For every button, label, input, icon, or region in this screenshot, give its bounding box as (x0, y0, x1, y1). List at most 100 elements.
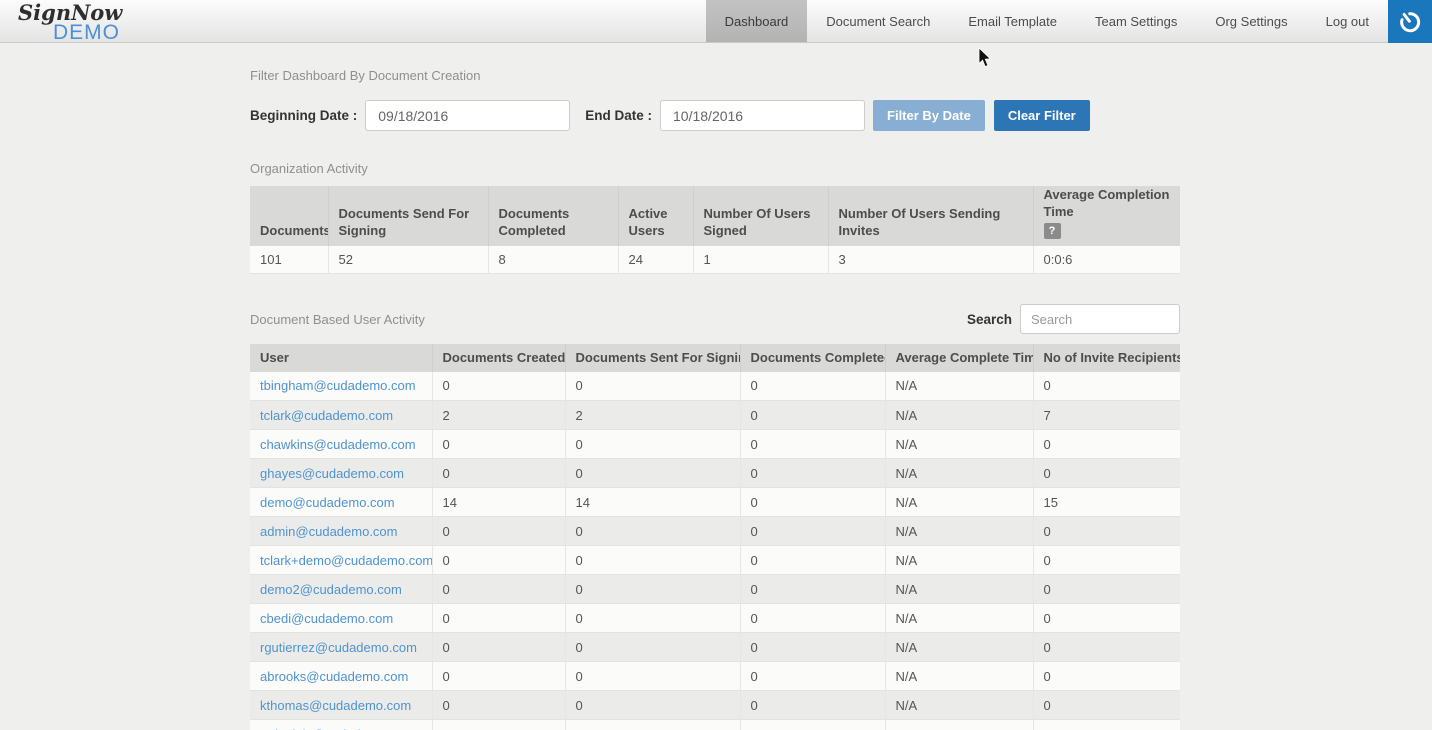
value-cell: 14 (432, 488, 565, 517)
user-email-link[interactable]: abrooks@cudademo.com (260, 669, 408, 684)
table-row: demo2@cudademo.com000N/A0 (250, 575, 1180, 604)
table-row: tclark+demo@cudademo.com000N/A0 (250, 546, 1180, 575)
user-email-link[interactable]: tclark@cudademo.com (260, 408, 393, 423)
search-area: Search (967, 304, 1180, 334)
value-cell: 0 (740, 604, 885, 633)
user-email-link[interactable]: cbedi@cudademo.com (260, 611, 393, 626)
help-question-icon[interactable]: ? (1044, 223, 1061, 239)
value-cell: 0 (1033, 691, 1180, 720)
table-row: chawkins@cudademo.com000N/A0 (250, 430, 1180, 459)
value-cell: 8 (740, 720, 885, 730)
filter-by-date-button[interactable]: Filter By Date (873, 100, 985, 131)
value-cell: 2 (565, 401, 740, 430)
user-email-link[interactable]: ghayes@cudademo.com (260, 466, 404, 481)
user-email-link[interactable]: kthomas@cudademo.com (260, 698, 411, 713)
value-cell: 0 (565, 604, 740, 633)
nav-tab-document-search[interactable]: Document Search (807, 0, 949, 42)
value-cell: 15 (1033, 488, 1180, 517)
value-cell: N/A (885, 575, 1033, 604)
user-email-link[interactable]: rgutierrez@cudademo.com (260, 640, 417, 655)
value-cell: 14 (565, 488, 740, 517)
user-email-cell: admin@cudademo.com (250, 517, 432, 546)
user-activity-title: Document Based User Activity (250, 312, 425, 327)
value-cell: 2 (432, 401, 565, 430)
filter-section-title: Filter Dashboard By Document Creation (250, 68, 1180, 83)
org-value-users-signed: 1 (693, 246, 828, 273)
value-cell: N/A (885, 633, 1033, 662)
table-row: tclark@cudademo.com220N/A7 (250, 401, 1180, 430)
user-table-header-row: User Documents Created Documents Sent Fo… (250, 344, 1180, 372)
value-cell: 30 (1033, 720, 1180, 730)
user-email-link[interactable]: tclark+demo@cudademo.com (260, 553, 432, 568)
value-cell: 0 (740, 662, 885, 691)
value-cell: 0 (432, 459, 565, 488)
org-value-active-users: 24 (618, 246, 693, 273)
value-cell: 0 (1033, 517, 1180, 546)
value-cell: 0 (1033, 372, 1180, 401)
org-col-users-sending-invites: Number Of Users Sending Invites (828, 186, 1033, 246)
org-col-active-users: Active Users (618, 186, 693, 246)
value-cell: 0 (1033, 662, 1180, 691)
nav-tab-team-settings[interactable]: Team Settings (1076, 0, 1196, 42)
value-cell: 0 (432, 633, 565, 662)
ua-col-invite-recipients: No of Invite Recipients (1033, 344, 1180, 372)
value-cell: 0 (740, 691, 885, 720)
value-cell: N/A (885, 401, 1033, 430)
org-col-documents-completed: Documents Completed (488, 186, 618, 246)
main-content: Filter Dashboard By Document Creation Be… (250, 43, 1180, 730)
value-cell: 0 (1033, 546, 1180, 575)
avg-completion-time-label: Average Completion Time (1044, 187, 1170, 219)
nav-tab-org-settings[interactable]: Org Settings (1196, 0, 1306, 42)
user-email-link[interactable]: chawkins@cudademo.com (260, 437, 416, 452)
user-email-cell: mdaniels@cudademo.com (250, 720, 432, 730)
org-value-completed: 8 (488, 246, 618, 273)
user-email-link[interactable]: demo@cudademo.com (260, 495, 395, 510)
search-input[interactable] (1020, 304, 1180, 334)
user-email-link[interactable]: admin@cudademo.com (260, 524, 397, 539)
nav-tab-dashboard[interactable]: Dashboard (706, 0, 808, 42)
org-value-documents: 101 (250, 246, 328, 273)
value-cell: 0 (565, 372, 740, 401)
org-col-documents-send-for-signing: Documents Send For Signing (328, 186, 488, 246)
value-cell: 0 (565, 662, 740, 691)
org-col-avg-completion-time: Average Completion Time ? (1033, 186, 1180, 246)
ua-col-average-complete-time: Average Complete Time (885, 344, 1033, 372)
value-cell: 0 (740, 488, 885, 517)
nav-tab-log-out[interactable]: Log out (1307, 0, 1388, 42)
value-cell: N/A (885, 372, 1033, 401)
end-date-input[interactable] (660, 100, 865, 131)
beginning-date-input[interactable] (365, 100, 570, 131)
date-filter-row: Beginning Date : End Date : Filter By Da… (250, 100, 1180, 131)
user-email-cell: chawkins@cudademo.com (250, 430, 432, 459)
value-cell: 0 (1033, 459, 1180, 488)
user-email-link[interactable]: tbingham@cudademo.com (260, 378, 416, 393)
nav-tab-email-template[interactable]: Email Template (949, 0, 1076, 42)
ua-col-documents-sent-for-signing: Documents Sent For Signing (565, 344, 740, 372)
user-email-link[interactable]: demo2@cudademo.com (260, 582, 402, 597)
value-cell: N/A (885, 691, 1033, 720)
table-row: admin@cudademo.com000N/A0 (250, 517, 1180, 546)
table-row: cbedi@cudademo.com000N/A0 (250, 604, 1180, 633)
org-col-users-signed: Number Of Users Signed (693, 186, 828, 246)
value-cell: 0 (740, 401, 885, 430)
user-activity-table: User Documents Created Documents Sent Fo… (250, 344, 1180, 730)
value-cell: 0 (1033, 604, 1180, 633)
table-row: ghayes@cudademo.com000N/A0 (250, 459, 1180, 488)
power-icon (1393, 5, 1427, 39)
value-cell: 36 (565, 720, 740, 730)
brand-logo[interactable]: SignNow DEMO (18, 3, 122, 42)
end-date-label: End Date : (585, 108, 652, 123)
power-logout-button[interactable] (1388, 0, 1432, 43)
user-email-link[interactable]: mdaniels@cudademo.com (260, 727, 414, 730)
value-cell: 0 (432, 430, 565, 459)
clear-filter-button[interactable]: Clear Filter (994, 100, 1090, 131)
value-cell: 85 (432, 720, 565, 730)
value-cell: 0 (740, 575, 885, 604)
organization-activity-table: Documents Documents Send For Signing Doc… (250, 186, 1180, 274)
value-cell: 0 (740, 372, 885, 401)
user-email-cell: demo2@cudademo.com (250, 575, 432, 604)
value-cell: 0 (565, 430, 740, 459)
table-row: tbingham@cudademo.com000N/A0 (250, 372, 1180, 401)
value-cell: 0 (432, 517, 565, 546)
org-col-documents: Documents (250, 186, 328, 246)
